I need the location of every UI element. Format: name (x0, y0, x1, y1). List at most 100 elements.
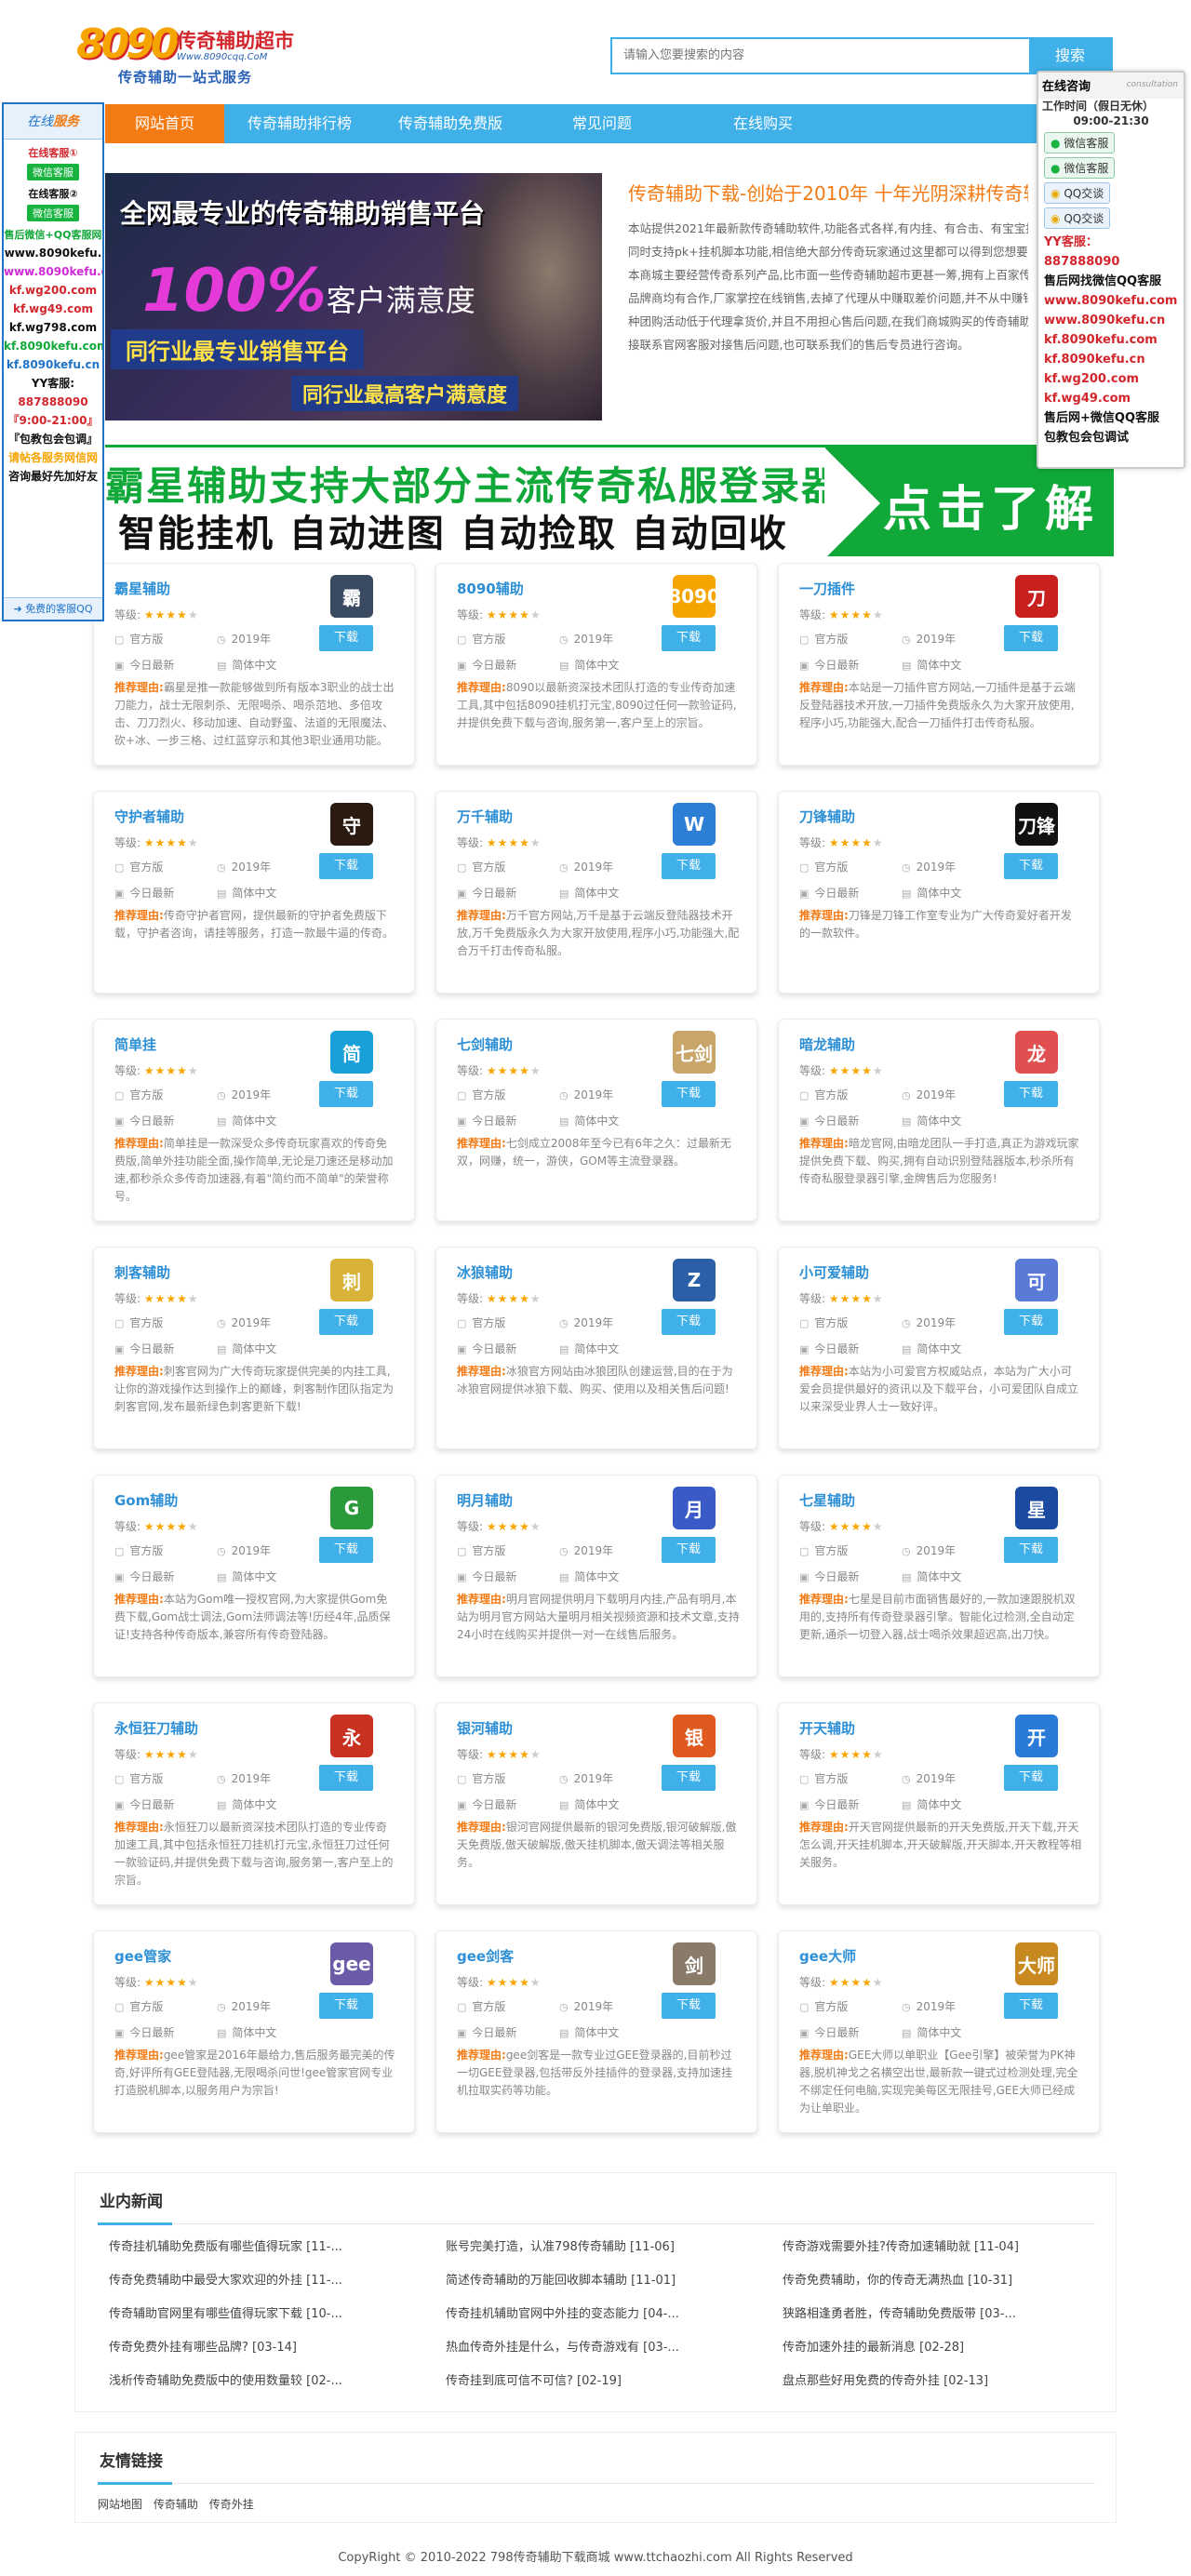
product-name[interactable]: 8090辅助 (457, 579, 524, 598)
news-item[interactable]: 简述传奇辅助的万能回收脚本辅助 [11-01] (446, 2270, 753, 2288)
download-button[interactable]: 下载 (319, 1081, 373, 1107)
product-name[interactable]: 一刀插件 (799, 579, 855, 598)
consult-contact-line[interactable]: 包教包会包调试 (1038, 428, 1184, 447)
product-name[interactable]: 简单挂 (114, 1034, 156, 1054)
news-item[interactable]: 热血传奇外挂是什么，与传奇游戏有 [03-... (446, 2337, 753, 2355)
product-name[interactable]: 七剑辅助 (457, 1034, 513, 1054)
product-name[interactable]: 开天辅助 (799, 1718, 855, 1738)
download-button[interactable]: 下载 (1004, 1537, 1058, 1563)
link-sitemap[interactable]: 网站地图 (98, 2498, 142, 2511)
download-button[interactable]: 下载 (319, 1765, 373, 1791)
product-card[interactable]: gee大师 大师 等级: ★★★★★ ▢ 官方版 ◷ 2019年 ▣ 今日最新 ▤ 简体中文 下载 推荐… (778, 1930, 1100, 2133)
wechat-service-button-2[interactable]: 微信客服 (27, 205, 79, 221)
product-card[interactable]: 冰狼辅助 Z 等级: ★★★★★ ▢ 官方版 ◷ 2019年 ▣ 今日最新 ▤ 简体中文 下载 推荐理由… (435, 1247, 757, 1449)
product-name[interactable]: 明月辅助 (457, 1490, 513, 1510)
product-card[interactable]: gee剑客 剑等级: ★★★★★ ▢ 官方版 ◷ 2019年 ▣ 今日最新 ▤ 简体中文 下载 推荐理… (435, 1930, 757, 2133)
link-chuanqi-fuzhu[interactable]: 传奇辅助 (154, 2498, 198, 2511)
news-item[interactable]: 传奇免费辅助中最受大家欢迎的外挂 [11-... (109, 2270, 416, 2288)
news-item[interactable]: 传奇免费辅助，你的传奇无满热血 [10-31] (783, 2270, 1090, 2288)
service-contact-line[interactable]: 887888090 (4, 393, 102, 411)
consult-contact-line[interactable]: 887888090 (1038, 252, 1184, 272)
product-card[interactable]: Gom辅助 G 等级: ★★★★★ ▢ 官方版 ◷ 2019年 ▣ 今日最新 ▤ 简体中文 下载 推荐理… (93, 1475, 415, 1677)
consult-contact-line[interactable]: kf.8090kefu.cn (1038, 350, 1184, 369)
service-contact-line[interactable]: 『包教包会包调』 (4, 430, 102, 448)
product-card[interactable]: 万千辅助 W 等级: ★★★★★ ▢ 官方版 ◷ 2019年 ▣ 今日最新 ▤ 简体中文 下载 推荐理由… (435, 791, 757, 994)
product-card[interactable]: 银河辅助 银等级: ★★★★★ ▢ 官方版 ◷ 2019年 ▣ 今日最新 ▤ 简体中文 下载 推荐理由… (435, 1702, 757, 1905)
product-name[interactable]: gee大师 (799, 1946, 856, 1966)
download-button[interactable]: 下载 (1004, 625, 1058, 651)
product-name[interactable]: 小可爱辅助 (799, 1262, 869, 1282)
download-button[interactable]: 下载 (662, 1537, 716, 1563)
qq-chat-button-2[interactable]: ◉ QQ交谈 (1044, 207, 1111, 229)
product-name[interactable]: 银河辅助 (457, 1718, 513, 1738)
service-contact-line[interactable]: kf.wg798.com (4, 318, 102, 337)
download-button[interactable]: 下载 (1004, 1081, 1058, 1107)
news-item[interactable]: 传奇游戏需要外挂?传奇加速辅助就 [11-04] (783, 2236, 1090, 2254)
product-name[interactable]: 刀锋辅助 (799, 807, 855, 826)
download-button[interactable]: 下载 (662, 1765, 716, 1791)
nav-item-buy[interactable]: 在线购买 (678, 104, 848, 143)
download-button[interactable]: 下载 (662, 853, 716, 879)
news-item[interactable]: 传奇免费外挂有哪些品牌? [03-14] (109, 2337, 416, 2355)
wechat-button-2[interactable]: ● 微信客服 (1044, 157, 1116, 179)
product-card[interactable]: gee管家 gee 等级: ★★★★★ ▢ 官方版 ◷ 2019年 ▣ 今日最新 ▤ 简体中文 下载推… (93, 1930, 415, 2133)
service-contact-line[interactable]: 请帖各服务网信网 (4, 448, 102, 467)
wechat-button-1[interactable]: ● 微信客服 (1044, 132, 1116, 153)
nav-item-free[interactable]: 传奇辅助免费版 (375, 104, 526, 143)
nav-item-faq[interactable]: 常见问题 (526, 104, 678, 143)
product-card[interactable]: 开天辅助 开等级: ★★★★★ ▢ 官方版 ◷ 2019年 ▣ 今日最新 ▤ 简体中文 下载 推荐理由… (778, 1702, 1100, 1905)
download-button[interactable]: 下载 (319, 853, 373, 879)
product-name[interactable]: Gom辅助 (114, 1490, 178, 1510)
news-item[interactable]: 账号完美打造，认准798传奇辅助 [11-06] (446, 2236, 753, 2254)
product-name[interactable]: 暗龙辅助 (799, 1034, 855, 1054)
service-contact-line[interactable]: www.8090kefu.c (4, 262, 102, 281)
news-item[interactable]: 传奇挂到底可信不可信? [02-19] (446, 2370, 753, 2388)
product-name[interactable]: 刺客辅助 (114, 1262, 170, 1282)
promo-banner[interactable]: 全网最专业的传奇辅助销售平台 100%客户满意度 同行业最专业销售平台 同行业最… (105, 173, 602, 420)
search-button[interactable]: 搜索 (1029, 39, 1111, 73)
news-item[interactable]: 狭路相逢勇者胜，传奇辅助免费版带 [03-... (783, 2303, 1090, 2321)
download-button[interactable]: 下载 (319, 1993, 373, 2019)
product-name[interactable]: 万千辅助 (457, 807, 513, 826)
download-button[interactable]: 下载 (1004, 1765, 1058, 1791)
link-chuanqi-waigua[interactable]: 传奇外挂 (209, 2498, 254, 2511)
wechat-service-button-1[interactable]: 微信客服 (27, 164, 79, 180)
service-contact-line[interactable]: kf.wg49.com (4, 300, 102, 318)
download-button[interactable]: 下载 (319, 1309, 373, 1335)
service-contact-line[interactable]: kf.8090kefu.com (4, 337, 102, 355)
consult-contact-line[interactable]: kf.wg200.com (1038, 369, 1184, 389)
product-name[interactable]: gee剑客 (457, 1946, 514, 1966)
product-name[interactable]: 霸星辅助 (114, 579, 170, 598)
ad-banner[interactable]: 霸星辅助支持大部分主流传奇私服登录器 智能挂机 自动进图 自动捡取 自动回收 点… (105, 445, 1114, 556)
news-item[interactable]: 盘点那些好用免费的传奇外挂 [02-13] (783, 2370, 1090, 2388)
service-contact-line[interactable]: www.8090kefu. (4, 244, 102, 262)
download-button[interactable]: 下载 (319, 625, 373, 651)
product-card[interactable]: 霸星辅助 霸等级: ★★★★★ ▢ 官方版 ◷ 2019年 ▣ 今日最新 ▤ 简体中文 下载 推荐理由… (93, 563, 415, 766)
product-card[interactable]: 刺客辅助 刺等级: ★★★★★ ▢ 官方版 ◷ 2019年 ▣ 今日最新 ▤ 简体中文 下载 推荐理由… (93, 1247, 415, 1449)
product-card[interactable]: 七剑辅助 七剑 等级: ★★★★★ ▢ 官方版 ◷ 2019年 ▣ 今日最新 ▤ 简体中文 下载 推荐理… (435, 1019, 757, 1221)
consult-contact-line[interactable]: www.8090kefu.cn (1038, 311, 1184, 330)
product-card[interactable]: 8090辅助 8090 等级: ★★★★★ ▢ 官方版 ◷ 2019年 ▣ 今日最新 ▤ 简体中文 下… (435, 563, 757, 766)
nav-item-home[interactable]: 网站首页 (105, 104, 224, 143)
news-item[interactable]: 传奇挂机辅助免费版有哪些值得玩家 [11-... (109, 2236, 416, 2254)
product-card[interactable]: 刀锋辅助 刀锋 等级: ★★★★★ ▢ 官方版 ◷ 2019年 ▣ 今日最新 ▤ 简体中文 下载 推荐理… (778, 791, 1100, 994)
product-name[interactable]: 守护者辅助 (114, 807, 184, 826)
product-name[interactable]: 冰狼辅助 (457, 1262, 513, 1282)
product-name[interactable]: 永恒狂刀辅助 (114, 1718, 198, 1738)
product-card[interactable]: 永恒狂刀辅助 永等级: ★★★★★ ▢ 官方版 ◷ 2019年 ▣ 今日最新 ▤ 简体中文 下载 推荐… (93, 1702, 415, 1905)
consult-contact-line[interactable]: www.8090kefu.com (1038, 291, 1184, 311)
download-button[interactable]: 下载 (1004, 853, 1058, 879)
download-button[interactable]: 下载 (662, 625, 716, 651)
service-contact-line[interactable]: 咨询最好先加好友 (4, 467, 102, 486)
download-button[interactable]: 下载 (662, 1081, 716, 1107)
product-card[interactable]: 暗龙辅助 龙等级: ★★★★★ ▢ 官方版 ◷ 2019年 ▣ 今日最新 ▤ 简体中文 下载 推荐理由… (778, 1019, 1100, 1221)
product-card[interactable]: 一刀插件 刀等级: ★★★★★ ▢ 官方版 ◷ 2019年 ▣ 今日最新 ▤ 简体中文 下载 推荐理由… (778, 563, 1100, 766)
product-card[interactable]: 简单挂 简等级: ★★★★★ ▢ 官方版 ◷ 2019年 ▣ 今日最新 ▤ 简体中文 下载 推荐理由:… (93, 1019, 415, 1221)
service-contact-line[interactable]: kf.wg200.com (4, 281, 102, 300)
news-item[interactable]: 传奇加速外挂的最新消息 [02-28] (783, 2337, 1090, 2355)
site-logo[interactable]: 8090 传奇辅助超市 Www.8090cqq.CoM 传奇辅助一站式服务 (76, 19, 294, 86)
news-item[interactable]: 传奇辅助官网里有哪些值得玩家下载 [10-... (109, 2303, 416, 2321)
consult-contact-line[interactable]: 售后网找微信QQ客服 (1038, 272, 1184, 291)
product-card[interactable]: 守护者辅助 守等级: ★★★★★ ▢ 官方版 ◷ 2019年 ▣ 今日最新 ▤ 简体中文 下载 推荐理… (93, 791, 415, 994)
qq-chat-button-1[interactable]: ◉ QQ交谈 (1044, 182, 1111, 204)
